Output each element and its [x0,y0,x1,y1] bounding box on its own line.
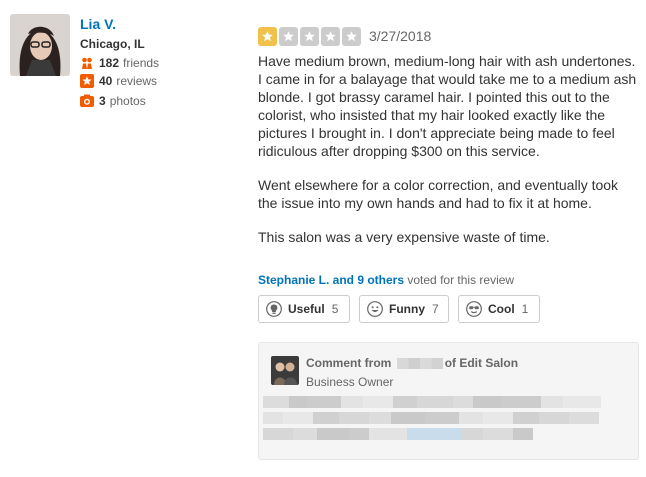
photos-stat: 3 photos [80,93,146,109]
photos-count: 3 [99,94,106,108]
star-icon [342,27,361,46]
redacted-comment-text [263,396,603,446]
review-date: 3/27/2018 [369,28,432,44]
lightbulb-icon [266,301,282,317]
smiley-icon [367,301,383,317]
owner-title-prefix: Comment from [306,356,392,370]
reviews-stat: 40 reviews [80,73,157,89]
owner-comment-title: Comment from of Edit Salon [306,356,518,370]
friends-icon [80,56,94,70]
camera-icon [80,94,94,108]
owner-avatar[interactable] [271,356,299,385]
cool-button[interactable]: Cool 1 [458,295,540,323]
review-paragraph: This salon was a very expensive waste of… [258,229,550,245]
avatar[interactable] [10,14,70,76]
owner-role: Business Owner [306,375,394,389]
user-location: Chicago, IL [80,37,145,51]
owner-title-suffix: of Edit Salon [444,356,519,370]
friends-stat: 182 friends [80,55,159,71]
voters-suffix: voted for this review [407,273,515,287]
friends-count: 182 [99,56,120,70]
friends-label: friends [123,56,160,70]
review-paragraph: Went elsewhere for a color correction, a… [258,177,619,211]
review-paragraph: Have medium brown, medium-long hair with… [258,53,637,159]
review-text: Have medium brown, medium-long hair with… [258,52,638,262]
star-icon [321,27,340,46]
sunglasses-icon [466,301,482,317]
reviews-count: 40 [99,74,113,88]
star-icon [279,27,298,46]
voters-link[interactable]: Stephanie L. and 9 others [258,273,404,287]
cool-count: 1 [521,302,529,316]
photos-label: photos [109,94,146,108]
star-icon [258,27,277,46]
owner-comment: Comment from of Edit Salon Business Owne… [258,342,639,460]
funny-count: 7 [432,302,439,316]
cool-label: Cool [488,302,515,316]
star-badge-icon [80,74,94,88]
redacted-name [396,358,443,370]
funny-button[interactable]: Funny 7 [359,295,449,323]
useful-label: Useful [288,302,325,316]
star-icon [300,27,319,46]
useful-button[interactable]: Useful 5 [258,295,350,323]
review-voters: Stephanie L. and 9 others voted for this… [258,273,514,287]
star-rating [258,27,361,46]
useful-count: 5 [331,302,339,316]
user-name[interactable]: Lia V. [80,16,116,32]
reviews-label: reviews [116,74,158,88]
funny-label: Funny [389,302,425,316]
